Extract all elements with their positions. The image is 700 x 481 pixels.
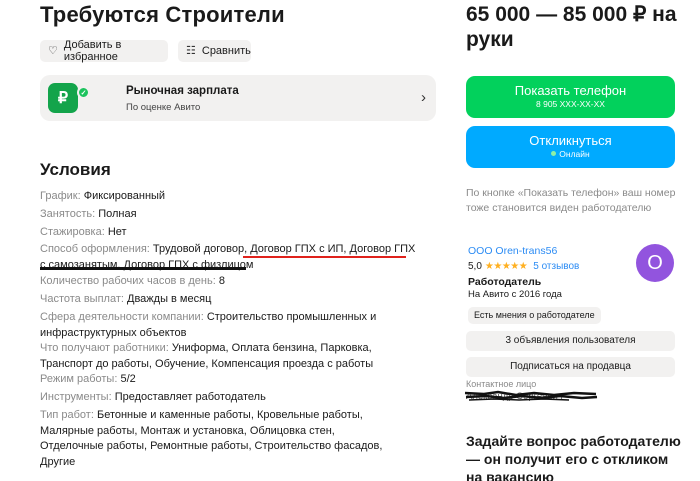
condition-key: Занятость:	[40, 208, 96, 220]
condition-value: 8	[218, 275, 225, 287]
redaction-scribble	[464, 390, 598, 401]
condition-value: Нет	[107, 226, 127, 238]
user-ads-button[interactable]: 3 объявления пользователя	[466, 331, 675, 351]
condition-key: График:	[40, 190, 81, 202]
rating-value: 5,0	[468, 261, 482, 272]
online-status: Онлайн	[466, 149, 675, 159]
check-icon: ✓	[77, 86, 90, 99]
ask-employer-heading: Задайте вопрос работодателю — он получит…	[466, 433, 681, 481]
ruble-symbol: ₽	[57, 90, 69, 107]
salary-price: 65 000 — 85 000 ₽ на руки	[466, 3, 677, 51]
online-dot-icon	[551, 151, 557, 156]
condition-value: Дважды в месяц	[127, 293, 212, 305]
conditions-heading: Условия	[40, 160, 111, 179]
reviews-link[interactable]: 5 отзывов	[533, 261, 579, 272]
condition-row: Количество рабочих часов в день: 8	[40, 274, 420, 290]
compare-button[interactable]: ☷ Сравнить	[178, 40, 251, 62]
ruble-icon: ₽ ✓	[48, 83, 90, 113]
respond-label: Откликнуться	[529, 133, 612, 148]
condition-key: Количество рабочих часов в день:	[40, 275, 216, 287]
phone-notice: По кнопке «Показать телефон» ваш номер т…	[466, 187, 676, 214]
show-phone-button[interactable]: Показать телефон 8 905 XXX-XX-XX	[466, 76, 675, 118]
market-salary-title: Рыночная зарплата	[126, 85, 239, 97]
rating-stars-icon: ★★★★★	[484, 261, 528, 272]
condition-value: Предоставляет работодатель	[114, 391, 266, 403]
market-salary-subtitle: По оценке Авито	[126, 102, 201, 113]
condition-key: Инструменты:	[40, 391, 112, 403]
condition-row: Занятость: Полная	[40, 207, 420, 223]
condition-row: Что получают работники: Униформа, Оплата…	[40, 341, 400, 372]
condition-row: Режим работы: 5/2	[40, 372, 420, 388]
seller-rating: 5,0 ★★★★★ 5 отзывов	[468, 261, 579, 272]
add-to-favorites-button[interactable]: ♡ Добавить в избранное	[40, 39, 168, 63]
seller-type: Работодатель	[468, 276, 542, 288]
page-title: Требуются Строители	[40, 2, 285, 27]
heart-icon: ♡	[48, 44, 58, 57]
condition-key: Стажировка:	[40, 226, 105, 238]
condition-value: 5/2	[120, 373, 136, 385]
company-name-link[interactable]: ООО Oren-trans56	[468, 245, 557, 257]
condition-row: Инструменты: Предоставляет работодатель	[40, 390, 420, 406]
condition-value: Фиксированный	[83, 190, 166, 202]
condition-row: График: Фиксированный	[40, 189, 420, 205]
black-underline	[40, 267, 246, 270]
red-underline	[243, 256, 406, 258]
compare-icon: ☷	[186, 44, 196, 57]
condition-row: Частота выплат: Дважды в месяц	[40, 292, 420, 308]
avatar[interactable]: O	[636, 244, 674, 282]
condition-key: Сфера деятельности компании:	[40, 311, 204, 323]
add-to-favorites-label: Добавить в избранное	[63, 39, 122, 63]
condition-row: Тип работ: Бетонные и каменные работы, К…	[40, 408, 392, 470]
chevron-right-icon: ›	[421, 89, 426, 106]
condition-key: Способ оформления:	[40, 243, 150, 255]
phone-number-mask: 8 905 XXX-XX-XX	[536, 99, 605, 109]
market-salary-card[interactable]: ₽ ✓ Рыночная зарплата По оценке Авито ›	[40, 75, 436, 121]
compare-label: Сравнить	[201, 45, 251, 57]
condition-value: Полная	[98, 208, 137, 220]
condition-key: Режим работы:	[40, 373, 118, 385]
condition-row: Стажировка: Нет	[40, 225, 420, 241]
seller-since: На Авито с 2016 года	[468, 289, 562, 300]
condition-key: Тип работ:	[40, 409, 94, 421]
respond-button[interactable]: Откликнуться Онлайн	[466, 126, 675, 168]
condition-key: Частота выплат:	[40, 293, 124, 305]
online-label: Онлайн	[559, 149, 590, 159]
contact-label: Контактное лицо	[466, 379, 537, 389]
show-phone-label: Показать телефон	[514, 83, 627, 98]
condition-row: Сфера деятельности компании: Строительст…	[40, 310, 385, 341]
avatar-letter: O	[647, 251, 663, 274]
employer-opinions-chip[interactable]: Есть мнения о работодателе	[468, 307, 601, 324]
subscribe-button[interactable]: Подписаться на продавца	[466, 357, 675, 377]
condition-key: Что получают работники:	[40, 342, 169, 354]
